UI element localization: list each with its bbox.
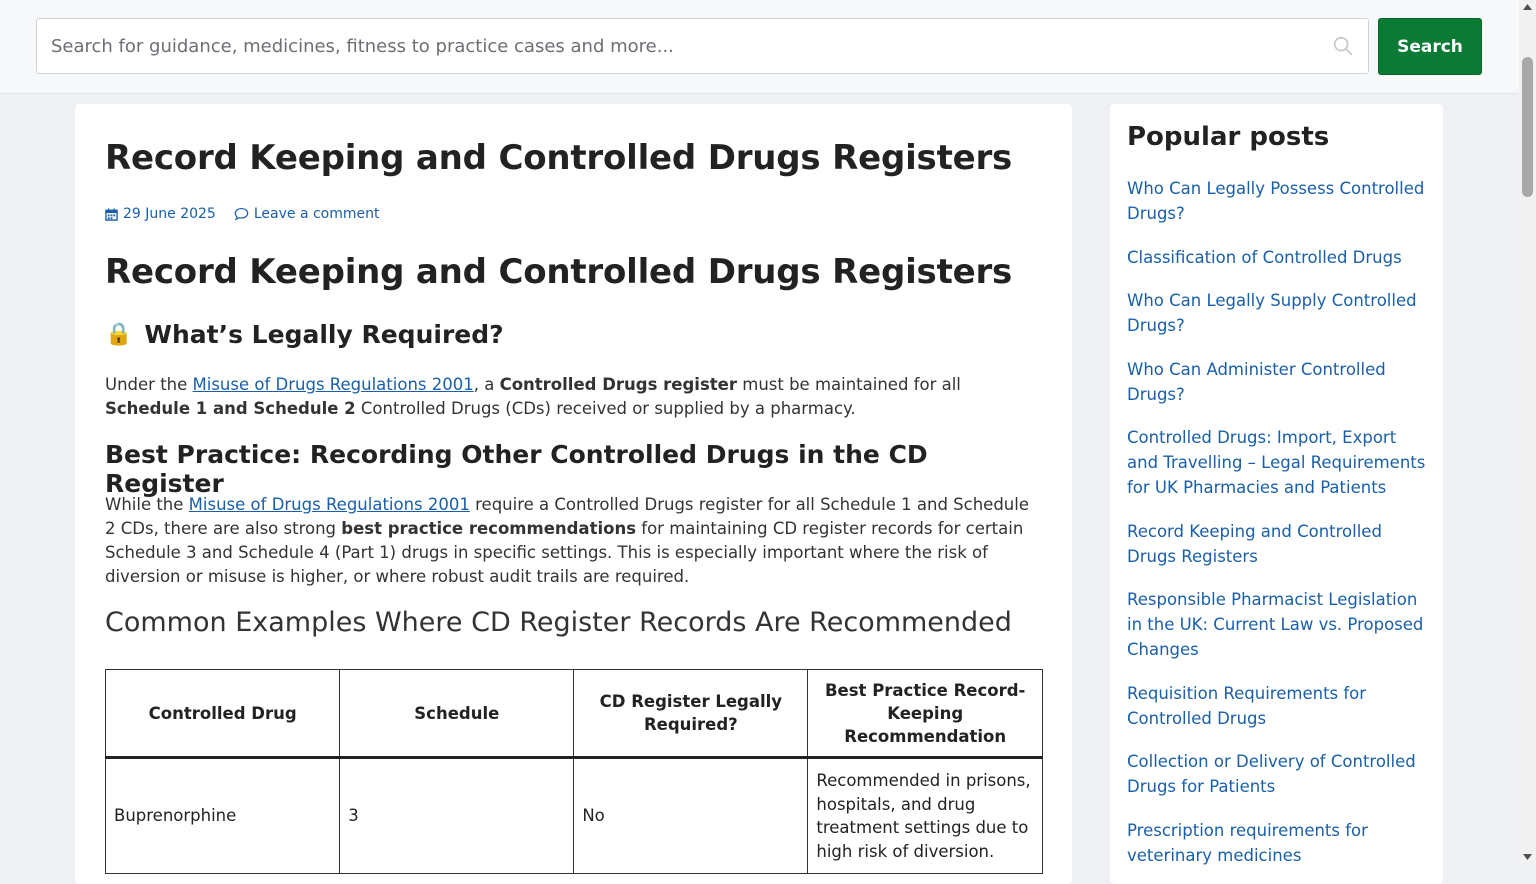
bold-text: Controlled Drugs register bbox=[499, 375, 737, 394]
list-item: Who Can Administer Controlled Drugs? bbox=[1127, 357, 1427, 407]
bold-text: best practice recommendations bbox=[341, 519, 637, 538]
table-header-cell: Schedule bbox=[339, 669, 575, 759]
lock-icon: 🔒 bbox=[105, 322, 133, 347]
popular-post-link[interactable]: Responsible Pharmacist Legislation in th… bbox=[1127, 590, 1423, 659]
text: Under the bbox=[105, 375, 193, 394]
text: , a bbox=[473, 375, 500, 394]
section-heading-best-practice: Best Practice: Recording Other Controlle… bbox=[105, 440, 928, 498]
search-button[interactable]: Search bbox=[1378, 18, 1482, 75]
section-heading-legal-text: What’s Legally Required? bbox=[144, 320, 504, 349]
scrollbar-thumb[interactable] bbox=[1522, 57, 1533, 197]
list-item: Record Keeping and Controlled Drugs Regi… bbox=[1127, 519, 1427, 569]
list-item: Responsible Pharmacist Legislation in th… bbox=[1127, 587, 1427, 662]
popular-posts-list: Who Can Legally Possess Controlled Drugs… bbox=[1127, 176, 1427, 884]
paragraph-best-practice: While the Misuse of Drugs Regulations 20… bbox=[105, 493, 1043, 589]
list-item: Requisition Requirements for Controlled … bbox=[1127, 681, 1427, 731]
table-cell: No bbox=[573, 757, 809, 874]
search-box[interactable] bbox=[36, 18, 1369, 74]
text: While the bbox=[105, 495, 189, 514]
table-cell: Recommended in prisons, hospitals, and d… bbox=[807, 757, 1043, 874]
text: Controlled Drugs (CDs) received or suppl… bbox=[355, 399, 856, 418]
popular-posts-title: Popular posts bbox=[1127, 122, 1330, 152]
popular-post-link[interactable]: Controlled Drugs: Import, Export and Tra… bbox=[1127, 428, 1425, 497]
popular-post-link[interactable]: Collection or Delivery of Controlled Dru… bbox=[1127, 752, 1416, 796]
calendar-icon bbox=[105, 207, 118, 221]
popular-post-link[interactable]: Who Can Legally Possess Controlled Drugs… bbox=[1127, 179, 1424, 223]
scroll-down-arrow-icon[interactable] bbox=[1519, 850, 1536, 864]
post-meta: 29 June 2025 Leave a comment bbox=[105, 206, 379, 222]
list-item: Collection or Delivery of Controlled Dru… bbox=[1127, 749, 1427, 799]
article-card: Record Keeping and Controlled Drugs Regi… bbox=[75, 104, 1072, 884]
scroll-up-arrow-icon[interactable] bbox=[1519, 0, 1536, 14]
misuse-regulations-link[interactable]: Misuse of Drugs Regulations 2001 bbox=[193, 375, 474, 394]
paragraph-legal: Under the Misuse of Drugs Regulations 20… bbox=[105, 373, 1043, 421]
article-heading: Record Keeping and Controlled Drugs Regi… bbox=[105, 252, 1013, 292]
header-bar: Search bbox=[0, 0, 1519, 94]
table-header-cell: CD Register Legally Required? bbox=[573, 669, 809, 759]
list-item: Who Can Legally Possess Controlled Drugs… bbox=[1127, 176, 1427, 226]
list-item: Who Can Legally Supply Controlled Drugs? bbox=[1127, 288, 1427, 338]
text: must be maintained for all bbox=[737, 375, 961, 394]
leave-comment-text[interactable]: Leave a comment bbox=[254, 206, 380, 222]
misuse-regulations-link[interactable]: Misuse of Drugs Regulations 2001 bbox=[189, 495, 470, 514]
table-row: Buprenorphine 3 No Recommended in prison… bbox=[104, 757, 1043, 874]
table-header-cell: Controlled Drug bbox=[104, 669, 341, 759]
popular-post-link[interactable]: Requisition Requirements for Controlled … bbox=[1127, 684, 1366, 728]
table-cell: 3 bbox=[339, 757, 575, 874]
section-heading-legal: 🔒 What’s Legally Required? bbox=[105, 320, 504, 349]
section-heading-examples: Common Examples Where CD Register Record… bbox=[105, 607, 1012, 638]
list-item: Classification of Controlled Drugs bbox=[1127, 245, 1427, 270]
list-item: Controlled Drugs: Import, Export and Tra… bbox=[1127, 425, 1427, 500]
search-input[interactable] bbox=[37, 19, 1317, 73]
page-title: Record Keeping and Controlled Drugs Regi… bbox=[105, 138, 1013, 178]
comment-icon bbox=[234, 207, 249, 221]
search-icon[interactable] bbox=[1332, 35, 1354, 57]
table-cell: Buprenorphine bbox=[104, 757, 341, 874]
popular-post-link[interactable]: Record Keeping and Controlled Drugs Regi… bbox=[1127, 522, 1382, 566]
table-header-row: Controlled Drug Schedule CD Register Leg… bbox=[104, 669, 1043, 759]
popular-post-link[interactable]: Who Can Administer Controlled Drugs? bbox=[1127, 360, 1386, 404]
popular-post-link[interactable]: Who Can Legally Supply Controlled Drugs? bbox=[1127, 291, 1417, 335]
bold-text: Schedule 1 and Schedule 2 bbox=[105, 399, 356, 418]
popular-post-link[interactable]: Classification of Controlled Drugs bbox=[1127, 248, 1402, 267]
post-date-text[interactable]: 29 June 2025 bbox=[123, 206, 216, 222]
page-scrollbar[interactable] bbox=[1519, 0, 1536, 864]
leave-comment-link[interactable]: Leave a comment bbox=[234, 206, 380, 222]
post-date[interactable]: 29 June 2025 bbox=[105, 206, 216, 222]
table-header-cell: Best Practice Record-Keeping Recommendat… bbox=[807, 669, 1043, 759]
list-item: Prescription requirements for veterinary… bbox=[1127, 818, 1427, 868]
sidebar: Popular posts Who Can Legally Possess Co… bbox=[1110, 104, 1443, 884]
popular-post-link[interactable]: Prescription requirements for veterinary… bbox=[1127, 821, 1368, 865]
cd-register-table: Controlled Drug Schedule CD Register Leg… bbox=[104, 669, 1043, 874]
